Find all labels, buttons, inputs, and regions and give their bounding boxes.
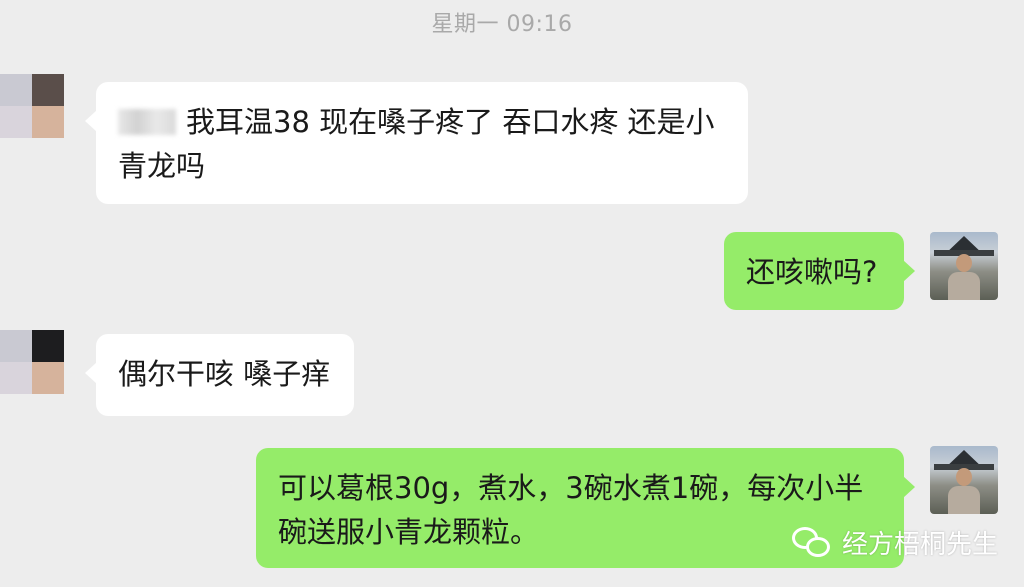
sender-avatar[interactable]	[0, 330, 64, 394]
wechat-icon	[792, 525, 832, 559]
watermark-text: 经方梧桐先生	[842, 529, 999, 560]
watermark: 经方梧桐先生	[792, 524, 998, 560]
my-avatar[interactable]	[930, 446, 998, 514]
message-text: 可以葛根30g，煮水，3碗水煮1碗，每次小半碗送服小青龙颗粒。	[278, 471, 864, 549]
redacted-name	[118, 109, 176, 135]
timestamp: 星期一 09:16	[431, 12, 573, 37]
sender-avatar[interactable]	[0, 74, 64, 138]
message-text: 偶尔干咳 嗓子痒	[118, 357, 331, 391]
message-bubble-incoming[interactable]: 偶尔干咳 嗓子痒	[85, 334, 354, 416]
my-avatar[interactable]	[930, 232, 998, 300]
message-text: 我耳温38 现在嗓子疼了 吞口水疼 还是小青龙吗	[118, 105, 715, 183]
message-bubble-outgoing[interactable]: 还咳嗽吗?	[724, 232, 915, 310]
message-bubble-incoming[interactable]: 我耳温38 现在嗓子疼了 吞口水疼 还是小青龙吗	[85, 82, 748, 204]
message-text: 还咳嗽吗?	[746, 255, 878, 289]
